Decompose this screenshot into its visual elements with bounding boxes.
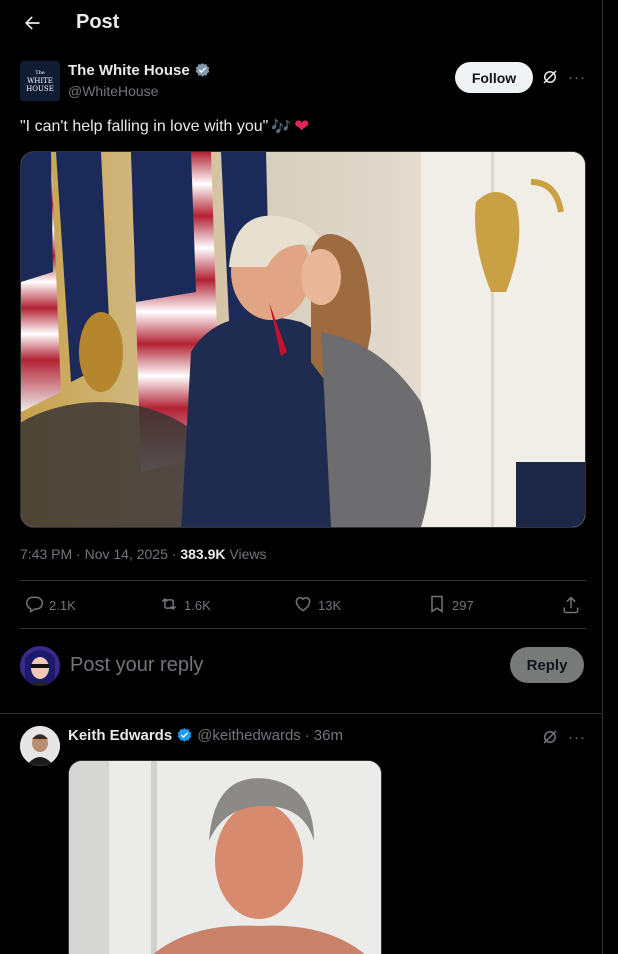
music-note-icon: 🎶: [271, 118, 292, 136]
action-bar: 2.1K 1.6K 13K 297: [20, 590, 586, 620]
author-handle[interactable]: @WhiteHouse: [68, 83, 158, 99]
verified-badge-icon: [176, 727, 193, 744]
post-image[interactable]: [20, 151, 586, 528]
repost-count: 1.6K: [184, 597, 211, 613]
white-house-avatar[interactable]: The WHITE HOUSE: [20, 61, 60, 101]
user-avatar[interactable]: [20, 646, 60, 686]
divider: [0, 713, 602, 714]
reply-author-line: Keith Edwards @keithedwards · 36m: [68, 727, 343, 744]
author-name[interactable]: The White House: [68, 62, 211, 79]
bookmark-action[interactable]: 297: [427, 590, 474, 620]
reply-time[interactable]: 36m: [314, 727, 343, 744]
like-icon: [293, 594, 313, 617]
divider: [20, 580, 586, 581]
more-icon[interactable]: ···: [567, 67, 587, 87]
avatar-text: The: [35, 70, 45, 76]
reply-image[interactable]: [68, 760, 382, 954]
like-action[interactable]: 13K: [293, 590, 341, 620]
repost-action[interactable]: 1.6K: [159, 590, 211, 620]
separator: ·: [171, 546, 177, 562]
post-time[interactable]: 7:43 PM: [20, 546, 72, 562]
tweet-text: "I can't help falling in love with you" …: [20, 116, 309, 137]
repost-icon: [159, 594, 179, 617]
bookmark-count: 297: [452, 597, 474, 613]
reply-icon: [24, 594, 44, 617]
separator: ·: [304, 727, 310, 744]
author-name-text: The White House: [68, 62, 190, 79]
reply-count: 2.1K: [49, 597, 76, 613]
views-count: 383.9K: [180, 546, 226, 562]
post-date[interactable]: Nov 14, 2025: [85, 546, 168, 562]
page-title: Post: [76, 11, 120, 33]
post-meta: 7:43 PM · Nov 14, 2025 · 383.9K Views: [20, 546, 266, 562]
back-arrow-icon[interactable]: [18, 10, 46, 36]
more-icon[interactable]: ···: [567, 727, 587, 747]
reply-action[interactable]: 2.1K: [24, 590, 76, 620]
reply-button[interactable]: Reply: [510, 647, 584, 683]
grok-icon[interactable]: [540, 67, 560, 87]
avatar-text: HOUSE: [26, 85, 54, 93]
grok-icon[interactable]: [540, 727, 560, 747]
top-bar: Post: [0, 0, 602, 46]
verified-badge-icon: [194, 62, 211, 79]
tweet-body: "I can't help falling in love with you": [20, 117, 269, 135]
main-column: Post The WHITE HOUSE The White House @Wh…: [0, 0, 603, 954]
bookmark-icon: [427, 594, 447, 617]
share-icon[interactable]: [561, 590, 581, 620]
reply-input[interactable]: Post your reply: [70, 654, 203, 677]
follow-button[interactable]: Follow: [455, 62, 533, 93]
separator: ·: [76, 546, 81, 562]
divider: [20, 628, 586, 629]
reply-author-name[interactable]: Keith Edwards: [68, 727, 172, 744]
keith-edwards-avatar[interactable]: [20, 726, 60, 766]
views-label: Views: [229, 546, 267, 562]
like-count: 13K: [318, 597, 342, 613]
reply-author-handle[interactable]: @keithedwards: [197, 727, 301, 744]
avatar-text: WHITE: [27, 77, 53, 85]
heart-emoji-icon: ❤: [294, 116, 310, 136]
